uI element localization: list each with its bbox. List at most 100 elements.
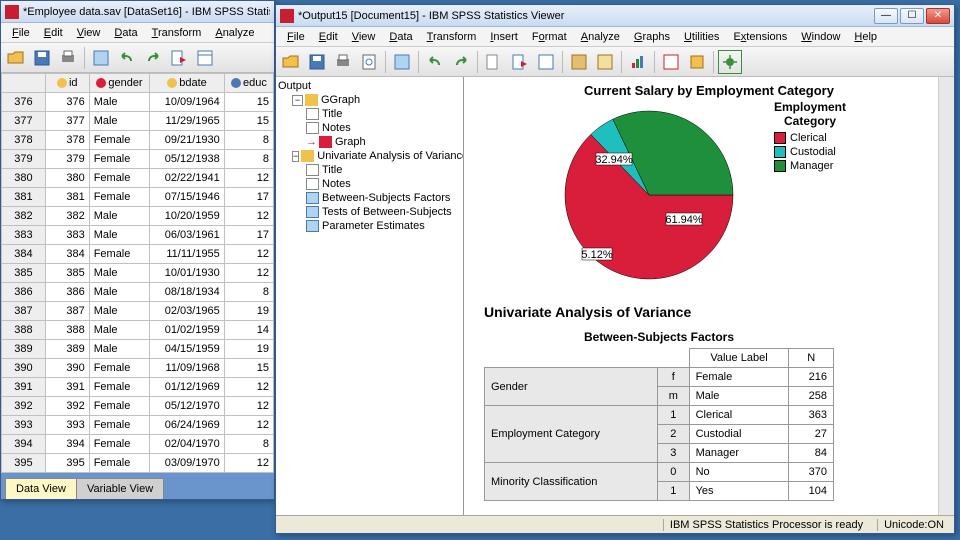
table-row[interactable]: 384384Female11/11/195512 (2, 245, 274, 264)
maximize-button[interactable]: ☐ (900, 8, 924, 24)
data-titlebar[interactable]: *Employee data.sav [DataSet16] - IBM SPS… (1, 1, 274, 23)
open-icon[interactable] (279, 50, 303, 74)
viewer-titlebar[interactable]: *Output15 [Document15] - IBM SPSS Statis… (276, 5, 954, 27)
outline-title[interactable]: Title (278, 107, 461, 121)
chart-icon[interactable] (626, 50, 650, 74)
menu-analyze[interactable]: Analyze (208, 25, 261, 41)
script-icon[interactable] (685, 50, 709, 74)
table-row[interactable]: 387387Male02/03/196519 (2, 302, 274, 321)
menu-transform[interactable]: Transform (420, 29, 484, 45)
menu-help[interactable]: Help (847, 29, 884, 45)
table-row[interactable]: 378378Female09/21/19308 (2, 131, 274, 150)
data-tabs: Data View Variable View (1, 473, 274, 499)
menu-extensions[interactable]: Extensions (726, 29, 794, 45)
col-bdate[interactable]: bdate (150, 74, 225, 93)
close-button[interactable]: ✕ (926, 8, 950, 24)
print-icon[interactable] (56, 46, 80, 70)
table-row[interactable]: 385385Male10/01/193012 (2, 264, 274, 283)
menu-window[interactable]: Window (794, 29, 847, 45)
outline-ggraph[interactable]: −GGraph (278, 93, 461, 107)
output-canvas[interactable]: Current Salary by Employment Category 61… (464, 77, 954, 515)
uav-heading: Univariate Analysis of Variance (484, 304, 934, 320)
data-grid[interactable]: id gender bdate educ 376376Male10/09/196… (1, 73, 274, 473)
outline-pane[interactable]: Output −GGraph Title Notes →Graph −Univa… (276, 77, 464, 515)
table-row[interactable]: 392392Female05/12/197012 (2, 397, 274, 416)
table-row[interactable]: 379379Female05/12/19388 (2, 150, 274, 169)
table-row[interactable]: 376376Male10/09/196415 (2, 93, 274, 112)
menu-utilities[interactable]: Utilities (677, 29, 726, 45)
insert-icon[interactable] (593, 50, 617, 74)
undo-icon[interactable] (115, 46, 139, 70)
outline-output[interactable]: Output (278, 79, 461, 93)
table-row[interactable]: 380380Female02/22/194112 (2, 169, 274, 188)
table-row[interactable]: 391391Female01/12/196912 (2, 378, 274, 397)
table-row[interactable]: 377377Male11/29/196515 (2, 112, 274, 131)
run-icon[interactable] (659, 50, 683, 74)
corner-cell (2, 74, 46, 93)
table-row[interactable]: 381381Female07/15/194617 (2, 188, 274, 207)
table-row[interactable]: 390390Female11/09/196815 (2, 359, 274, 378)
redo-icon[interactable] (449, 50, 473, 74)
preview-icon[interactable] (357, 50, 381, 74)
table-row[interactable]: 386386Male08/18/19348 (2, 283, 274, 302)
vars-icon[interactable] (193, 46, 217, 70)
table-row[interactable]: 389389Male04/15/195919 (2, 340, 274, 359)
recall-icon[interactable] (89, 46, 113, 70)
menu-data[interactable]: Data (382, 29, 419, 45)
outline-graph[interactable]: →Graph (278, 135, 461, 149)
data-toolbar (1, 43, 274, 73)
menu-edit[interactable]: Edit (37, 25, 70, 41)
menu-graphs[interactable]: Graphs (627, 29, 677, 45)
outline-uav[interactable]: −Univariate Analysis of Variance (278, 149, 461, 163)
table-row: Minority Classification0No370 (485, 463, 834, 482)
col-gender[interactable]: gender (89, 74, 150, 93)
outline-uav-title[interactable]: Title (278, 163, 461, 177)
open-icon[interactable] (4, 46, 28, 70)
goto-var-icon[interactable] (508, 50, 532, 74)
status-unicode: Unicode:ON (877, 519, 950, 531)
table-row[interactable]: 388388Male01/02/195914 (2, 321, 274, 340)
undo-icon[interactable] (423, 50, 447, 74)
select-icon[interactable] (567, 50, 591, 74)
chart-title: Current Salary by Employment Category (484, 83, 934, 98)
menu-data[interactable]: Data (107, 25, 144, 41)
table-row[interactable]: 395395Female03/09/197012 (2, 454, 274, 473)
tab-data-view[interactable]: Data View (5, 478, 77, 499)
save-icon[interactable] (305, 50, 329, 74)
outline-uav-notes[interactable]: Notes (278, 177, 461, 191)
menu-file[interactable]: File (280, 29, 312, 45)
save-icon[interactable] (30, 46, 54, 70)
table-row[interactable]: 383383Male06/03/196117 (2, 226, 274, 245)
menu-analyze[interactable]: Analyze (574, 29, 627, 45)
goto-icon[interactable] (482, 50, 506, 74)
table-row[interactable]: 393393Female06/24/196912 (2, 416, 274, 435)
col-educ[interactable]: educ (224, 74, 273, 93)
table-row: GenderfFemale216 (485, 368, 834, 387)
vars-icon[interactable] (534, 50, 558, 74)
redo-icon[interactable] (141, 46, 165, 70)
tab-variable-view[interactable]: Variable View (76, 478, 164, 499)
minimize-button[interactable]: — (874, 8, 898, 24)
menu-format[interactable]: Format (525, 29, 574, 45)
viewer-window: *Output15 [Document15] - IBM SPSS Statis… (275, 4, 955, 534)
legend-label-clerical: Clerical (790, 132, 827, 144)
print-icon[interactable] (331, 50, 355, 74)
menu-insert[interactable]: Insert (483, 29, 525, 45)
outline-tbs[interactable]: Tests of Between-Subjects (278, 205, 461, 219)
col-id[interactable]: id (45, 74, 89, 93)
designate-icon[interactable] (718, 50, 742, 74)
menu-transform[interactable]: Transform (145, 25, 209, 41)
table-row[interactable]: 382382Male10/20/195912 (2, 207, 274, 226)
table-row[interactable]: 394394Female02/04/19708 (2, 435, 274, 454)
status-processor: IBM SPSS Statistics Processor is ready (663, 519, 869, 531)
vertical-scrollbar[interactable] (938, 77, 954, 515)
goto-icon[interactable] (167, 46, 191, 70)
menu-file[interactable]: File (5, 25, 37, 41)
outline-bsf[interactable]: Between-Subjects Factors (278, 191, 461, 205)
outline-notes[interactable]: Notes (278, 121, 461, 135)
menu-view[interactable]: View (345, 29, 383, 45)
menu-view[interactable]: View (70, 25, 108, 41)
outline-pe[interactable]: Parameter Estimates (278, 219, 461, 233)
menu-edit[interactable]: Edit (312, 29, 345, 45)
recall-icon[interactable] (390, 50, 414, 74)
